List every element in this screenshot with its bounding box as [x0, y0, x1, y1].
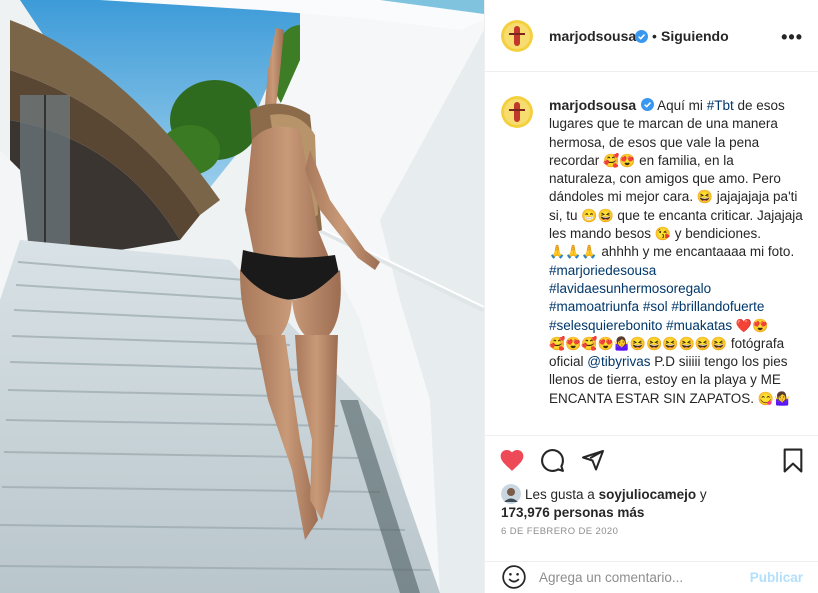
- caption-text: marjodsousa Aquí mi #Tbt de esos lugares…: [549, 96, 803, 408]
- caption-verified-icon: [641, 98, 655, 111]
- caption-seg: Aquí mi: [657, 98, 707, 113]
- liker-username[interactable]: soyjuliocamejo: [599, 487, 697, 502]
- caption-emoji: 😆: [696, 189, 714, 205]
- caption-emoji: ❤️😍: [735, 317, 769, 333]
- likes-prefix: Les gusta a: [525, 487, 599, 502]
- caption-seg: ahhhh y me encantaaaa mi foto.: [597, 244, 795, 260]
- hashtag-link[interactable]: #selesquierebonito: [549, 318, 662, 333]
- hashtag-link[interactable]: #Tbt: [707, 98, 734, 113]
- hashtag-link[interactable]: #lavidaesunhermosoregalo: [549, 281, 711, 296]
- caption-emoji: 🥰😍: [603, 152, 636, 168]
- liker-avatar[interactable]: [501, 484, 521, 504]
- likes-summary: Les gusta a soyjuliocamejo y 173,976 pers…: [501, 484, 801, 522]
- caption-seg: y bendiciones.: [671, 226, 762, 242]
- header-separator: •: [652, 28, 657, 44]
- post-details-panel: marjodsousa • Siguiendo ••• marjodsousa …: [484, 0, 818, 593]
- post-photo-image: [0, 0, 484, 593]
- caption-section: marjodsousa Aquí mi #Tbt de esos lugares…: [485, 72, 818, 435]
- caption-emoji: 🙏🙏🙏: [549, 244, 598, 260]
- hashtag-link[interactable]: #sol: [643, 299, 668, 314]
- verified-badge-icon: [632, 29, 648, 47]
- share-icon[interactable]: [581, 448, 605, 472]
- post-header: marjodsousa • Siguiendo •••: [485, 0, 818, 72]
- comment-input[interactable]: [539, 564, 739, 590]
- more-options-button[interactable]: •••: [781, 27, 803, 48]
- caption-emoji: 😘: [654, 226, 671, 242]
- mention-link[interactable]: @tibyrivas: [587, 354, 650, 369]
- caption-emoji: 🥰😍🥰😍🤷‍♀️😆😆😆😆😆😆: [549, 335, 728, 351]
- caption-emoji: 😁😆: [581, 207, 614, 223]
- likes-middle: y: [696, 487, 707, 502]
- comment-icon[interactable]: [540, 448, 565, 473]
- post-photo[interactable]: [0, 0, 484, 593]
- post-date[interactable]: 6 DE FEBRERO DE 2020: [501, 526, 618, 537]
- caption-author-avatar[interactable]: [501, 96, 533, 128]
- comment-bar: Publicar: [485, 561, 818, 593]
- likes-count[interactable]: 173,976 personas más: [501, 505, 644, 520]
- hashtag-link[interactable]: #mamoatriunfa: [549, 299, 639, 314]
- caption-emoji: 😋🤷‍♀️: [757, 390, 791, 406]
- following-button[interactable]: Siguiendo: [661, 28, 729, 44]
- bookmark-icon[interactable]: [782, 448, 804, 473]
- hashtag-link[interactable]: #marjoriedesousa: [549, 263, 656, 278]
- heart-filled-icon[interactable]: [499, 448, 525, 472]
- author-username[interactable]: marjodsousa: [549, 28, 636, 44]
- author-avatar[interactable]: [501, 20, 533, 52]
- post-actions: Les gusta a soyjuliocamejo y 173,976 pers…: [485, 435, 818, 561]
- emoji-smiley-icon[interactable]: [501, 564, 527, 590]
- publish-button[interactable]: Publicar: [750, 570, 803, 585]
- caption-username[interactable]: marjodsousa: [549, 97, 636, 113]
- hashtag-link[interactable]: #muakatas: [666, 318, 732, 333]
- hashtag-link[interactable]: #brillandofuerte: [671, 299, 764, 314]
